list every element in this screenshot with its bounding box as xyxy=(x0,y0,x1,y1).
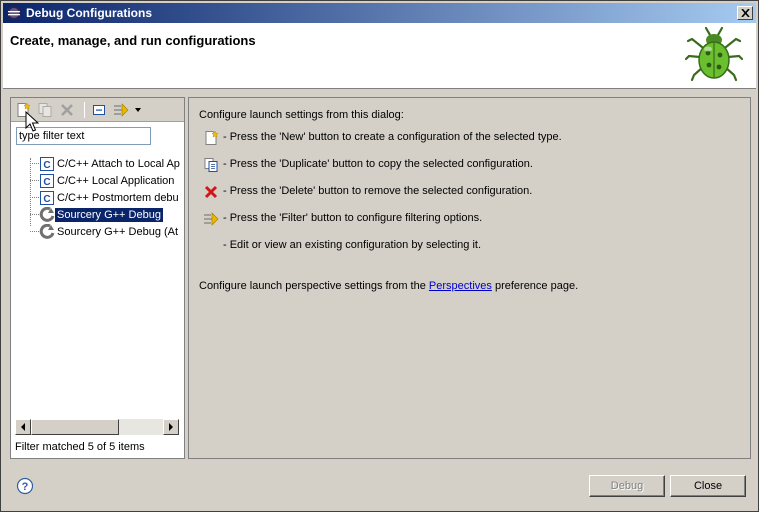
duplicate-instruction: - Press the 'Duplicate' button to copy t… xyxy=(223,158,533,170)
tree-item-sourcery-debug[interactable]: Sourcery G++ Debug xyxy=(39,206,163,223)
title-bar: Debug Configurations xyxy=(3,3,756,23)
filter-status: Filter matched 5 of 5 items xyxy=(15,441,145,453)
perspective-prefix: Configure launch perspective settings fr… xyxy=(199,280,426,292)
tree-item-cpp-postmortem[interactable]: C C/C++ Postmortem debu xyxy=(39,189,181,206)
c-config-icon: C xyxy=(40,190,54,205)
tree-item-label: C/C++ Local Application xyxy=(57,174,175,187)
chevron-down-icon xyxy=(135,108,141,112)
filter-icon xyxy=(114,103,129,117)
arrow-right-icon xyxy=(169,423,173,431)
tree-item-label: C/C++ Postmortem debu xyxy=(57,191,179,204)
delete-icon xyxy=(204,185,218,199)
c-config-icon: C xyxy=(40,156,54,171)
scroll-right-button[interactable] xyxy=(163,419,179,435)
configuration-tree: C C/C++ Attach to Local Ap C C/C++ Local… xyxy=(11,152,181,414)
tree-item-sourcery-attach[interactable]: Sourcery G++ Debug (At xyxy=(39,223,180,240)
view-menu-button[interactable] xyxy=(132,101,144,119)
collapse-all-button[interactable] xyxy=(90,101,108,119)
collapse-all-icon xyxy=(93,105,105,115)
dialog-heading: Create, manage, and run configurations xyxy=(10,33,256,48)
debug-button[interactable]: Debug xyxy=(589,475,665,497)
delete-icon xyxy=(61,104,73,116)
perspective-text: Configure launch perspective settings fr… xyxy=(199,280,578,292)
tree-item-label: Sourcery G++ Debug (At xyxy=(57,225,179,238)
tree-item-cpp-local[interactable]: C C/C++ Local Application xyxy=(39,172,176,189)
scroll-left-button[interactable] xyxy=(15,419,31,435)
delete-button[interactable] xyxy=(58,101,76,119)
sourcery-icon xyxy=(39,223,55,239)
svg-text:C: C xyxy=(43,194,50,205)
duplicate-icon xyxy=(38,103,52,117)
new-instruction: - Press the 'New' button to create a con… xyxy=(223,131,562,143)
close-icon xyxy=(740,9,750,17)
tree-item-label: C/C++ Attach to Local Ap xyxy=(57,157,180,170)
debug-configurations-dialog: Debug Configurations Create, manage, and… xyxy=(0,0,759,512)
sourcery-icon xyxy=(39,206,55,222)
svg-text:C: C xyxy=(43,177,50,188)
delete-instruction: - Press the 'Delete' button to remove th… xyxy=(223,185,533,197)
configurations-panel: C C/C++ Attach to Local Ap C C/C++ Local… xyxy=(10,97,185,459)
window-title: Debug Configurations xyxy=(26,6,152,20)
new-icon xyxy=(205,130,219,145)
filter-button[interactable] xyxy=(112,101,130,119)
debug-bug-icon xyxy=(684,26,744,82)
tree-item-cpp-attach[interactable]: C C/C++ Attach to Local Ap xyxy=(39,155,181,172)
intro-text: Configure launch settings from this dial… xyxy=(199,109,404,121)
edit-instruction: - Edit or view an existing configuration… xyxy=(223,239,482,251)
duplicate-icon xyxy=(204,158,218,172)
mouse-cursor-icon xyxy=(25,111,39,132)
close-button[interactable]: Close xyxy=(670,475,746,497)
arrow-left-icon xyxy=(21,423,25,431)
horizontal-scrollbar[interactable] xyxy=(15,419,179,435)
dialog-header: Create, manage, and run configurations xyxy=(3,23,756,89)
tree-item-label: Sourcery G++ Debug xyxy=(55,207,163,222)
c-config-icon: C xyxy=(40,173,54,188)
instructions-panel: Configure launch settings from this dial… xyxy=(188,97,751,459)
perspectives-link[interactable]: Perspectives xyxy=(429,280,492,292)
scrollbar-thumb[interactable] xyxy=(31,419,119,435)
perspective-suffix: preference page. xyxy=(494,280,579,292)
svg-text:?: ? xyxy=(22,481,29,493)
close-window-button[interactable] xyxy=(737,6,753,20)
filter-icon xyxy=(204,212,219,226)
svg-text:C: C xyxy=(43,160,50,171)
help-icon[interactable]: ? xyxy=(16,477,34,495)
filter-instruction: - Press the 'Filter' button to configure… xyxy=(223,212,483,224)
eclipse-icon xyxy=(7,6,21,20)
